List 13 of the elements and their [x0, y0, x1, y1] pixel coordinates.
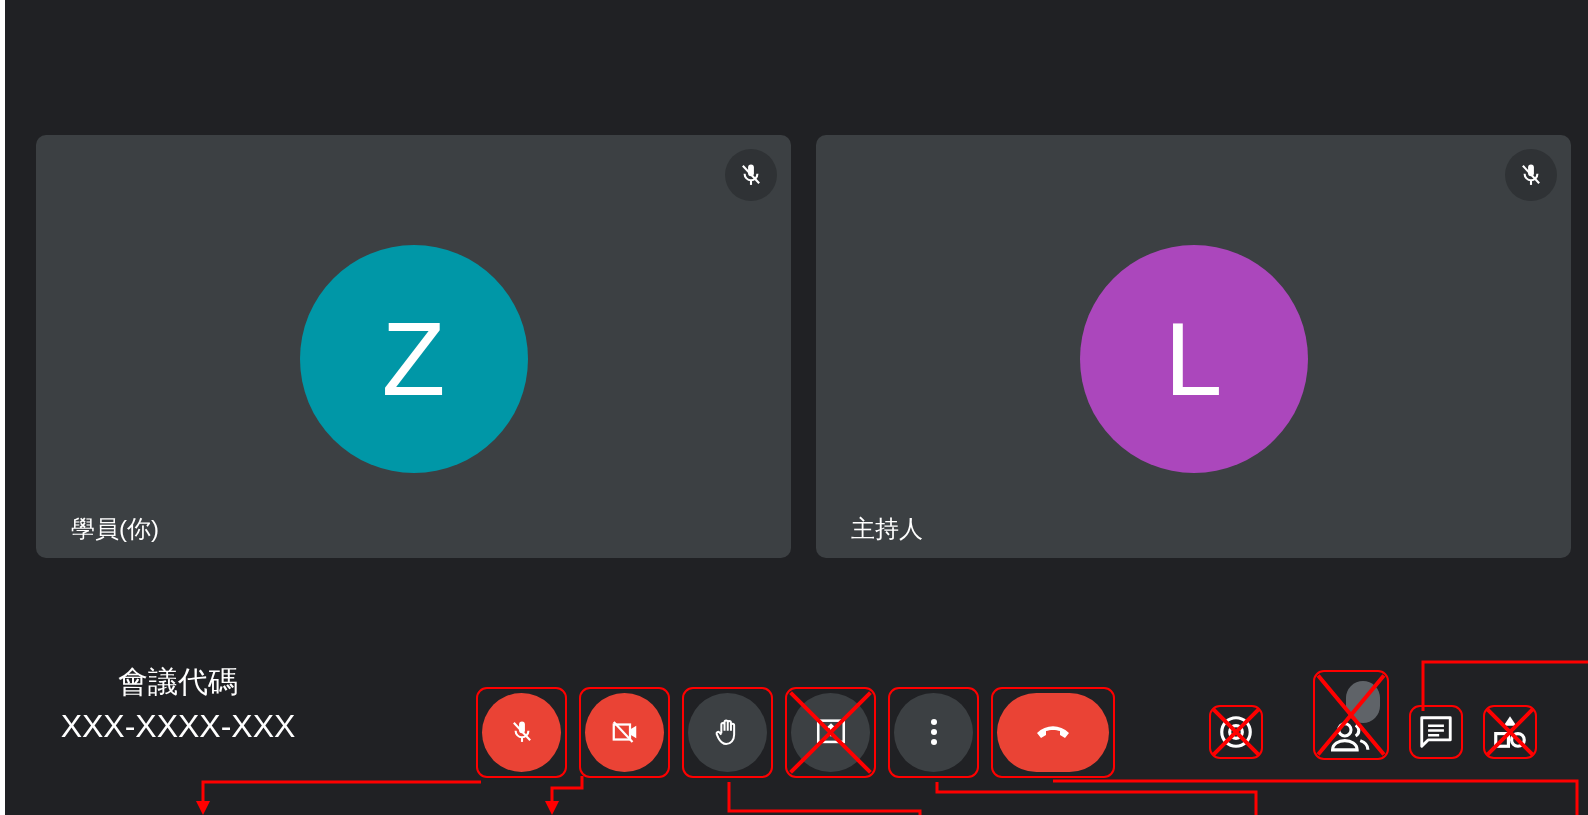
- participant-name: 主持人: [851, 514, 923, 544]
- camera-button[interactable]: [585, 692, 664, 772]
- hand-button[interactable]: [688, 692, 767, 772]
- mic-button[interactable]: [482, 692, 561, 772]
- chat-icon: [1417, 713, 1455, 751]
- avatar: Z: [299, 245, 528, 473]
- meeting-code-label: 會議代碼: [118, 664, 238, 700]
- participant-name: 學員(你): [71, 514, 159, 544]
- more-icon: [928, 718, 939, 746]
- hangup-button[interactable]: [997, 692, 1109, 772]
- avatar: L: [1079, 245, 1308, 473]
- phone-icon: [1035, 723, 1071, 741]
- meeting-code: XXX-XXXX-XXX: [60, 707, 296, 746]
